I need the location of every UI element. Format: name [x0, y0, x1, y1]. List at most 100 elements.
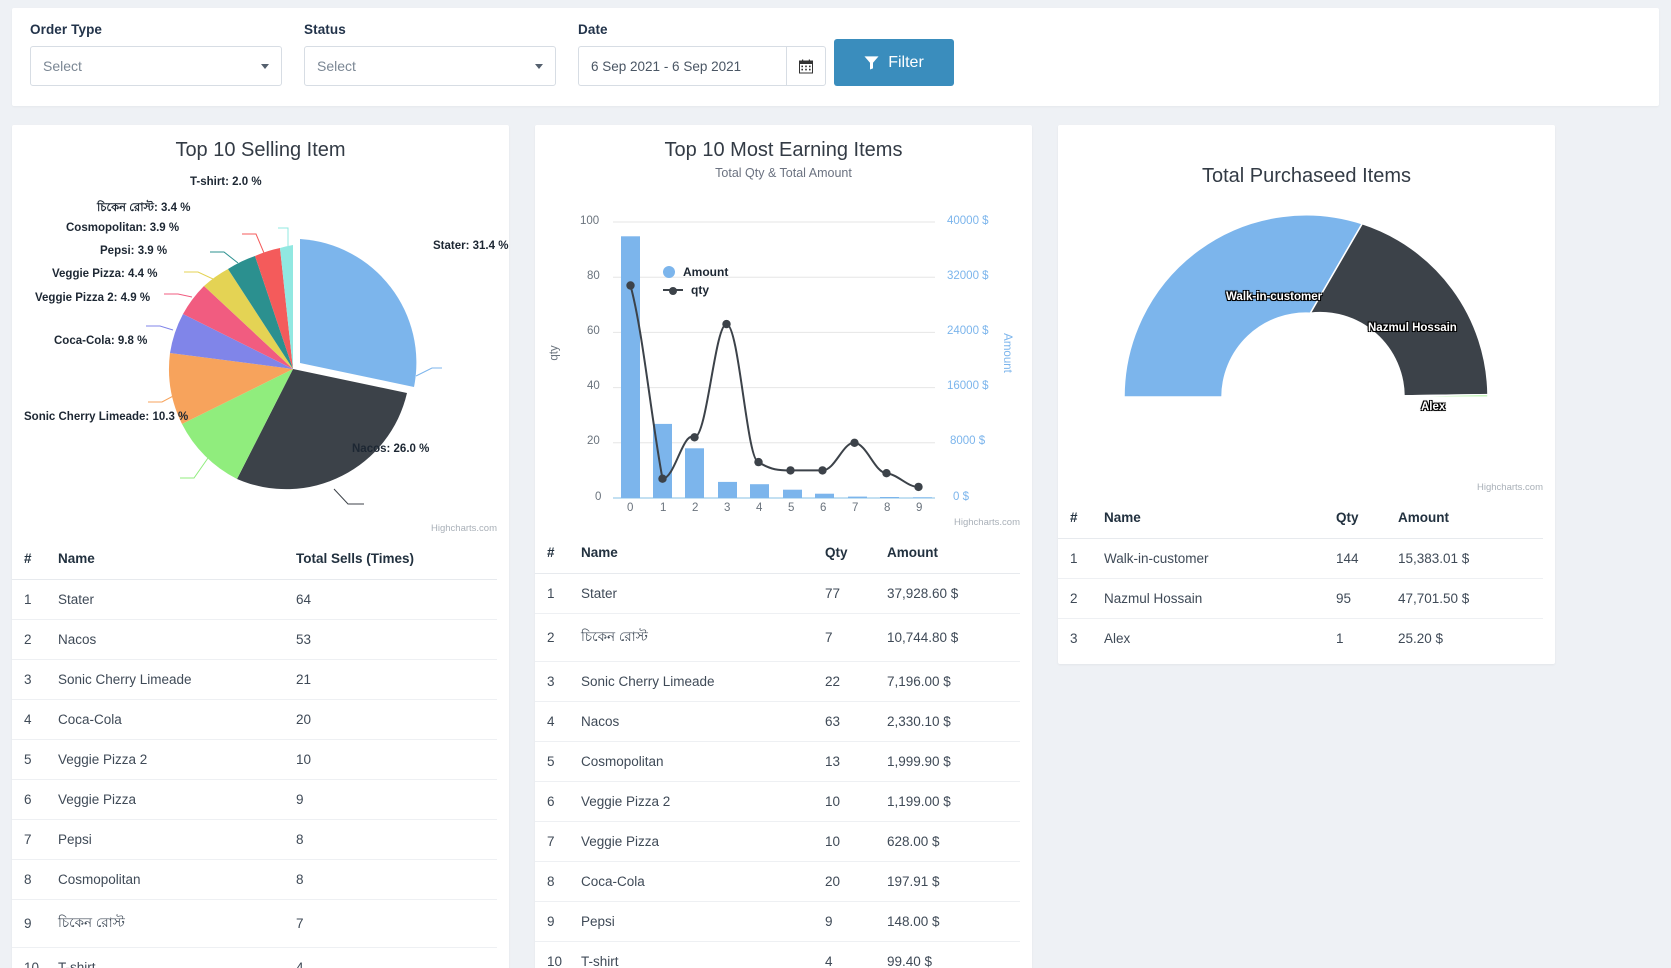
x-tick-2: 2 — [692, 502, 698, 514]
table-row[interactable]: 9চিকেন রোস্ট7 — [12, 900, 497, 948]
cell-index: 4 — [535, 702, 581, 742]
table-row[interactable]: 6Veggie Pizza9 — [12, 780, 497, 820]
qty-spline-line — [631, 286, 919, 487]
table-row[interactable]: 9Pepsi9148.00 $ — [535, 902, 1020, 942]
x-tick-4: 4 — [756, 502, 762, 514]
table-row[interactable]: 1Walk-in-customer14415,383.01 $ — [1058, 539, 1543, 579]
legend-item-amount[interactable]: Amount — [663, 265, 728, 279]
cell-amount: 10,744.80 $ — [887, 614, 1020, 662]
cell-amount: 628.00 $ — [887, 822, 1020, 862]
gridlines — [613, 222, 935, 443]
table-row[interactable]: 3Alex125.20 $ — [1058, 619, 1543, 659]
chart-credit[interactable]: Highcharts.com — [954, 517, 1020, 528]
cell-total-sells: 7 — [296, 900, 497, 948]
cell-name: Nacos — [58, 620, 296, 660]
point-qty-7[interactable] — [850, 439, 858, 447]
filter-bar: Order Type Select Status Select Date 6 S… — [12, 8, 1659, 106]
point-qty-6[interactable] — [818, 466, 826, 474]
y2-tick-8000: 8000 $ — [950, 435, 985, 447]
point-qty-1[interactable] — [658, 475, 666, 483]
table-row[interactable]: 10T-shirt499.40 $ — [535, 942, 1020, 968]
order-type-value: Select — [43, 58, 82, 74]
cell-name: চিকেন রোস্ট — [581, 614, 825, 662]
order-type-label: Order Type — [30, 22, 282, 37]
total-purchased-items-table: # Name Qty Amount 1Walk-in-customer14415… — [1058, 497, 1543, 658]
table-row[interactable]: 3Sonic Cherry Limeade227,196.00 $ — [535, 662, 1020, 702]
bar-amount-2[interactable] — [685, 448, 704, 498]
y2-tick-16000: 16000 $ — [947, 380, 989, 392]
table-row[interactable]: 1Stater64 — [12, 580, 497, 620]
cell-amount: 99.40 $ — [887, 942, 1020, 968]
table-row[interactable]: 10T-shirt4 — [12, 948, 497, 968]
table-row[interactable]: 8Cosmopolitan8 — [12, 860, 497, 900]
pie-label-veggie2: Veggie Pizza 2: 4.9 % — [35, 292, 150, 304]
cell-total-sells: 64 — [296, 580, 497, 620]
donut-slice-alex[interactable] — [1404, 395, 1488, 397]
y-tick-80: 80 — [587, 270, 600, 282]
cell-amount: 2,330.10 $ — [887, 702, 1020, 742]
table-row[interactable]: 3Sonic Cherry Limeade21 — [12, 660, 497, 700]
table-row[interactable]: 8Coca-Cola20197.91 $ — [535, 862, 1020, 902]
table-row[interactable]: 6Veggie Pizza 2101,199.00 $ — [535, 782, 1020, 822]
bar-amount-0[interactable] — [621, 236, 640, 498]
order-type-select[interactable]: Select — [30, 46, 282, 86]
table-row[interactable]: 4Coca-Cola20 — [12, 700, 497, 740]
bar-amount-6[interactable] — [815, 494, 834, 498]
bar-amount-8[interactable] — [880, 497, 899, 498]
y2-tick-40000: 40000 $ — [947, 215, 989, 227]
chart-credit[interactable]: Highcharts.com — [431, 523, 497, 534]
bar-amount-4[interactable] — [750, 484, 769, 498]
cell-amount: 1,199.00 $ — [887, 782, 1020, 822]
point-qty-9[interactable] — [914, 483, 922, 491]
cell-total-sells: 10 — [296, 740, 497, 780]
cell-amount: 1,999.90 $ — [887, 742, 1020, 782]
chart-credit[interactable]: Highcharts.com — [1477, 482, 1543, 493]
cell-index: 5 — [535, 742, 581, 782]
status-select[interactable]: Select — [304, 46, 556, 86]
bar-amount-7[interactable] — [848, 497, 867, 498]
filter-button[interactable]: Filter — [834, 39, 954, 86]
funnel-icon — [864, 55, 879, 70]
table-row[interactable]: 5Cosmopolitan131,999.90 $ — [535, 742, 1020, 782]
date-range-field[interactable]: 6 Sep 2021 - 6 Sep 2021 — [578, 46, 826, 86]
cell-name: Walk-in-customer — [1104, 539, 1336, 579]
status-value: Select — [317, 58, 356, 74]
table-row[interactable]: 7Veggie Pizza10628.00 $ — [535, 822, 1020, 862]
bar-amount-3[interactable] — [718, 482, 737, 498]
point-qty-8[interactable] — [882, 469, 890, 477]
point-qty-3[interactable] — [722, 320, 730, 328]
legend-label-qty: qty — [691, 283, 709, 297]
point-qty-2[interactable] — [690, 433, 698, 441]
cell-name: T-shirt — [58, 948, 296, 968]
date-range-input[interactable]: 6 Sep 2021 - 6 Sep 2021 — [578, 46, 786, 86]
cell-total-sells: 21 — [296, 660, 497, 700]
table-row[interactable]: 2Nazmul Hossain9547,701.50 $ — [1058, 579, 1543, 619]
date-group: Date 6 Sep 2021 - 6 Sep 2021 — [578, 22, 826, 86]
bar-amount-5[interactable] — [783, 490, 802, 498]
cell-qty: 1 — [1336, 619, 1398, 659]
table-row[interactable]: 1Stater7737,928.60 $ — [535, 574, 1020, 614]
bar-amount-9[interactable] — [913, 497, 932, 498]
legend-item-qty[interactable]: qty — [663, 283, 709, 297]
calendar-button[interactable] — [786, 46, 826, 86]
cell-name: Coca-Cola — [58, 700, 296, 740]
panel3-table-wrap: # Name Qty Amount 1Walk-in-customer14415… — [1058, 497, 1555, 664]
point-qty-0[interactable] — [626, 281, 634, 289]
pie-slice-stater[interactable] — [300, 239, 416, 387]
status-group: Status Select — [304, 22, 556, 86]
table-row[interactable]: 4Nacos632,330.10 $ — [535, 702, 1020, 742]
order-type-group: Order Type Select — [30, 22, 282, 86]
table-row[interactable]: 5Veggie Pizza 210 — [12, 740, 497, 780]
top-selling-items-card: Top 10 Selling Item — [12, 125, 509, 968]
x-tick-3: 3 — [724, 502, 730, 514]
cell-index: 3 — [1058, 619, 1104, 659]
point-qty-5[interactable] — [786, 466, 794, 474]
cell-name: Nazmul Hossain — [1104, 579, 1336, 619]
cell-qty: 95 — [1336, 579, 1398, 619]
point-qty-4[interactable] — [754, 458, 762, 466]
table-row[interactable]: 2Nacos53 — [12, 620, 497, 660]
x-tick-5: 5 — [788, 502, 794, 514]
pie-label-pepsi: Pepsi: 3.9 % — [100, 245, 167, 257]
table-row[interactable]: 2চিকেন রোস্ট710,744.80 $ — [535, 614, 1020, 662]
table-row[interactable]: 7Pepsi8 — [12, 820, 497, 860]
